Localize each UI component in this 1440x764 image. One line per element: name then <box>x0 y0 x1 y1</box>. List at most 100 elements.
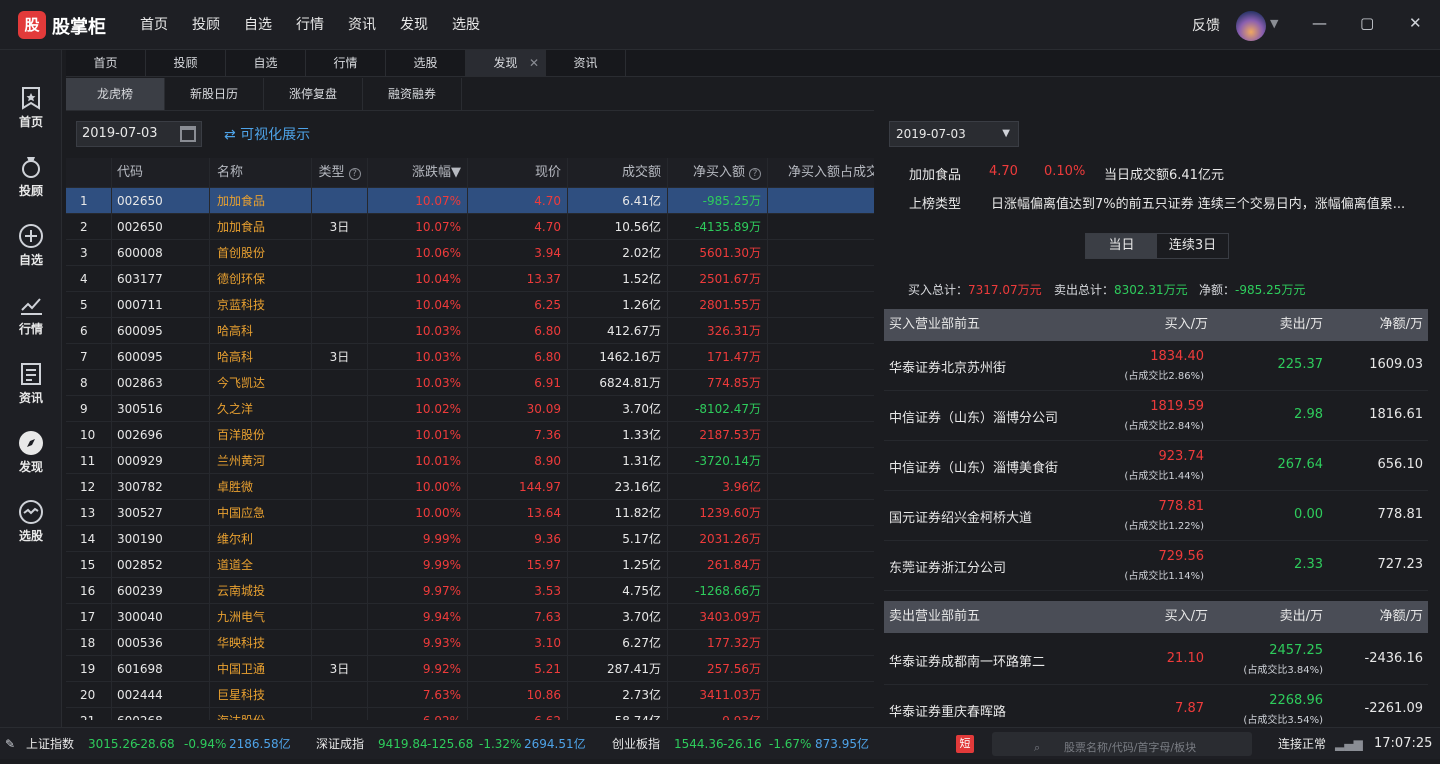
sidebar-item-home[interactable]: 首页 <box>0 77 62 137</box>
stock-name: 百洋股份 <box>210 422 312 447</box>
tab-limit-up-review[interactable]: 涨停复盘 <box>264 78 363 110</box>
col-price[interactable]: 现价 <box>468 158 568 187</box>
index-sz-name[interactable]: 深证成指 <box>316 728 364 760</box>
tab-ipo-calendar[interactable]: 新股日历 <box>165 78 264 110</box>
table-row[interactable]: 11 000929 兰州黄河 10.01% 8.90 1.31亿 -3720.14万 <box>66 448 874 474</box>
stock-search-input[interactable]: ⌕ 股票名称/代码/首字母/板块 <box>992 732 1252 756</box>
net-buy: 5601.30万 <box>668 240 768 265</box>
table-row[interactable]: 12 300782 卓胜微 10.00% 144.97 23.16亿 3.96亿 <box>66 474 874 500</box>
buy-broker-row[interactable]: 中信证券（山东）淄博分公司 1819.59 (占成交比2.84%) 2.98 1816.… <box>884 391 1428 441</box>
sidebar-item-discover[interactable]: 发现 <box>0 422 62 482</box>
tab-home[interactable]: 首页 <box>66 50 146 76</box>
topnav-advisor[interactable]: 投顾 <box>180 0 232 50</box>
calendar-icon[interactable] <box>180 126 196 142</box>
net-buy-ratio <box>768 448 874 473</box>
topnav-discover[interactable]: 发现 <box>388 0 440 50</box>
close-icon[interactable]: ✕ <box>529 50 539 77</box>
price: 15.97 <box>468 552 568 577</box>
sell-broker-row[interactable]: 华泰证券成都南一环路第二 21.10 2457.25 (占成交比3.84%) -2436… <box>884 635 1428 685</box>
tab-news[interactable]: 资讯 <box>546 50 626 76</box>
table-row[interactable]: 2 002650 加加食品 3日 10.07% 4.70 10.56亿 -4135.89万 <box>66 214 874 240</box>
change-pct: 9.93% <box>368 630 468 655</box>
table-row[interactable]: 4 603177 德创环保 10.04% 13.37 1.52亿 2501.67万 <box>66 266 874 292</box>
sidebar-item-news[interactable]: 资讯 <box>0 353 62 413</box>
price: 6.80 <box>468 318 568 343</box>
buy-broker-row[interactable]: 中信证券（山东）淄博美食街 923.74 (占成交比1.44%) 267.64 656.… <box>884 441 1428 491</box>
col-net-buy[interactable]: 净买入额? <box>668 158 768 187</box>
trend-chart-icon <box>21 298 42 315</box>
sidebar-item-watchlist[interactable]: 自选 <box>0 215 62 275</box>
tab-dragon-tiger[interactable]: 龙虎榜 <box>66 78 165 110</box>
buy-amount: 923.74 <box>1158 449 1205 464</box>
net-buy: 2501.67万 <box>668 266 768 291</box>
table-row[interactable]: 10 002696 百洋股份 10.01% 7.36 1.33亿 2187.53万 <box>66 422 874 448</box>
avatar[interactable] <box>1236 11 1266 41</box>
tab-advisor[interactable]: 投顾 <box>146 50 226 76</box>
col-net-buy-ratio[interactable]: 净买入额占成交 <box>768 158 874 187</box>
turnover: 4.75亿 <box>568 578 668 603</box>
tab-screener[interactable]: 选股 <box>386 50 466 76</box>
table-row[interactable]: 14 300190 维尔利 9.99% 9.36 5.17亿 2031.26万 <box>66 526 874 552</box>
stock-name: 首创股份 <box>210 240 312 265</box>
net-buy: -3720.14万 <box>668 448 768 473</box>
tab-discover[interactable]: 发现 ✕ <box>466 50 546 76</box>
period-today[interactable]: 当日 <box>1086 234 1157 258</box>
topnav-watchlist[interactable]: 自选 <box>232 0 284 50</box>
index-cy-name[interactable]: 创业板指 <box>612 728 660 760</box>
table-row[interactable]: 19 601698 中国卫通 3日 9.92% 5.21 287.41万 257.56万 <box>66 656 874 682</box>
buy-broker-row[interactable]: 国元证券绍兴金柯桥大道 778.81 (占成交比1.22%) 0.00 778.81 <box>884 491 1428 541</box>
topnav-screener[interactable]: 选股 <box>440 0 492 50</box>
help-icon[interactable]: ? <box>348 168 361 180</box>
change-pct: 9.92% <box>368 656 468 681</box>
table-row[interactable]: 1 002650 加加食品 10.07% 4.70 6.41亿 -985.25万 <box>66 188 874 214</box>
col-name[interactable]: 名称 <box>210 158 312 187</box>
sidebar-item-market[interactable]: 行情 <box>0 284 62 344</box>
table-row[interactable]: 16 600239 云南城投 9.97% 3.53 4.75亿 -1268.66万 <box>66 578 874 604</box>
buy-broker-row[interactable]: 华泰证券北京苏州街 1834.40 (占成交比2.86%) 225.37 1609.03 <box>884 341 1428 391</box>
period-3days[interactable]: 连续3日 <box>1157 234 1228 258</box>
sell-amount: 2.33 <box>1294 557 1323 572</box>
col-change[interactable]: 涨跌幅▼ <box>368 158 468 187</box>
broker-name: 华泰证券重庆春晖路 <box>889 705 1007 720</box>
table-row[interactable]: 15 002852 道道全 9.99% 15.97 1.25亿 261.84万 <box>66 552 874 578</box>
table-row[interactable]: 6 600095 哈高科 10.03% 6.80 412.67万 326.31万 <box>66 318 874 344</box>
sidebar-item-screener[interactable]: 选股 <box>0 491 62 551</box>
table-row[interactable]: 13 300527 中国应急 10.00% 13.64 11.82亿 1239.60万 <box>66 500 874 526</box>
feedback-link[interactable]: 反馈 <box>1192 15 1220 35</box>
stock-name: 加加食品 <box>210 214 312 239</box>
table-row[interactable]: 17 300040 九洲电气 9.94% 7.63 3.70亿 3403.09万 <box>66 604 874 630</box>
index-sh-name[interactable]: 上证指数 <box>26 728 74 760</box>
col-type[interactable]: 类型? <box>312 158 368 187</box>
col-code[interactable]: 代码 <box>112 158 210 187</box>
topnav-news[interactable]: 资讯 <box>336 0 388 50</box>
close-icon[interactable]: ✕ <box>1409 14 1422 32</box>
table-row[interactable]: 18 000536 华映科技 9.93% 3.10 6.27亿 177.32万 <box>66 630 874 656</box>
sidebar-item-advisor[interactable]: 投顾 <box>0 146 62 206</box>
topnav-market[interactable]: 行情 <box>284 0 336 50</box>
col-turnover[interactable]: 成交额 <box>568 158 668 187</box>
tab-margin-trading[interactable]: 融资融券 <box>363 78 462 110</box>
row-index: 12 <box>66 474 112 499</box>
minimize-icon[interactable]: — <box>1312 14 1327 32</box>
table-row[interactable]: 3 600008 首创股份 10.06% 3.94 2.02亿 5601.30万 <box>66 240 874 266</box>
table-row[interactable]: 5 000711 京蓝科技 10.04% 6.25 1.26亿 2801.55万 <box>66 292 874 318</box>
net-buy: -4135.89万 <box>668 214 768 239</box>
table-row[interactable]: 9 300516 久之洋 10.02% 30.09 3.70亿 -8102.47万 <box>66 396 874 422</box>
buy-broker-row[interactable]: 东莞证券浙江分公司 729.56 (占成交比1.14%) 2.33 727.23 <box>884 541 1428 591</box>
net-buy-ratio <box>768 370 874 395</box>
help-icon[interactable]: ? <box>749 168 761 180</box>
topnav-home[interactable]: 首页 <box>128 0 180 50</box>
tab-market[interactable]: 行情 <box>306 50 386 76</box>
table-row[interactable]: 8 002863 今飞凯达 10.03% 6.91 6824.81万 774.85万 <box>66 370 874 396</box>
table-row[interactable]: 20 002444 巨星科技 7.63% 10.86 2.73亿 3411.03万 <box>66 682 874 708</box>
pin-icon[interactable]: ✎ <box>5 728 15 760</box>
table-row[interactable]: 21600268海达股份 6.92%6.6258.74亿9.93亿 <box>66 708 874 720</box>
visualize-button[interactable]: ⇄ 可视化展示 <box>224 124 310 144</box>
chevron-down-icon[interactable]: ▼ <box>1270 17 1278 30</box>
tab-watchlist[interactable]: 自选 <box>226 50 306 76</box>
short-term-button[interactable]: 短 <box>956 735 974 753</box>
maximize-icon[interactable]: ▢ <box>1360 14 1374 32</box>
date-picker[interactable]: 2019-07-03 <box>76 121 202 147</box>
detail-date-select[interactable]: 2019-07-03 ▼ <box>889 121 1019 147</box>
table-row[interactable]: 7 600095 哈高科 3日 10.03% 6.80 1462.16万 171.47万 <box>66 344 874 370</box>
